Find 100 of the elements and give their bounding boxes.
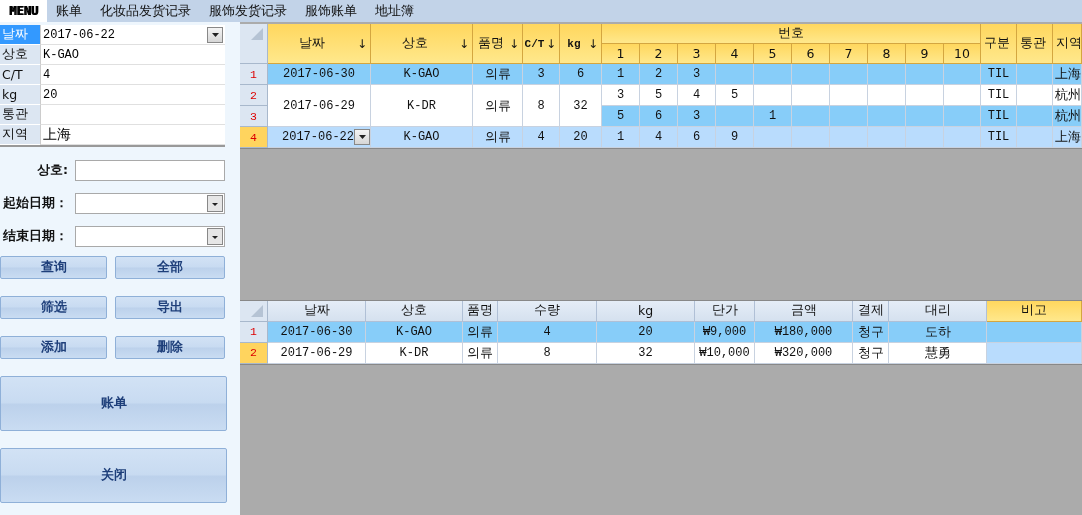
table-cell: K-GAO xyxy=(371,64,473,85)
column-header: 구분 xyxy=(981,24,1017,64)
row-number: 4 xyxy=(240,127,268,148)
property-value[interactable]: 上海 xyxy=(40,125,225,145)
table-cell: 청구 xyxy=(853,342,889,364)
header-label: 상호 xyxy=(400,35,429,52)
column-header[interactable]: C/T↓ xyxy=(523,24,560,64)
table-cell: K-GAO xyxy=(371,127,473,148)
property-label[interactable]: 통관 xyxy=(0,105,40,125)
column-header[interactable]: 상호 ↓ xyxy=(371,24,473,64)
table-cell xyxy=(1017,85,1053,106)
table-cell: 1 xyxy=(602,127,640,148)
action-button[interactable]: 筛选 xyxy=(0,296,107,319)
corner-triangle-icon xyxy=(251,28,263,40)
table-cell: 5 xyxy=(716,85,754,106)
date-dropdown[interactable] xyxy=(75,193,225,214)
table-cell: 3 xyxy=(678,106,716,127)
table-cell: K-DR xyxy=(366,342,463,364)
column-header[interactable]: 날짜 xyxy=(268,300,366,322)
property-label[interactable]: kg xyxy=(0,85,40,105)
action-button[interactable]: 全部 xyxy=(115,256,225,279)
action-button[interactable]: 导出 xyxy=(115,296,225,319)
table-cell xyxy=(868,127,906,148)
column-header: 5 xyxy=(754,44,792,64)
action-button[interactable]: 删除 xyxy=(115,336,225,359)
dropdown-button[interactable] xyxy=(207,26,223,43)
column-header[interactable]: 단가 xyxy=(695,300,755,322)
table-cell: 청구 xyxy=(853,321,889,343)
table-cell: 32 xyxy=(597,342,695,364)
table-cell: 의류 xyxy=(473,85,523,127)
property-value[interactable]: K-GAO xyxy=(40,45,225,65)
table-cell: 4 xyxy=(523,127,560,148)
column-header[interactable]: 대리 xyxy=(889,300,987,322)
column-header: 6 xyxy=(792,44,830,64)
column-header[interactable]: 상호 xyxy=(366,300,463,322)
table-cell xyxy=(944,127,981,148)
field-label: 起始日期： xyxy=(2,195,68,212)
column-header: 8 xyxy=(868,44,906,64)
property-value[interactable]: 4 xyxy=(40,65,225,85)
property-label[interactable]: 상호 xyxy=(0,45,40,65)
action-button[interactable]: 关闭 xyxy=(0,448,227,503)
table-cell xyxy=(906,64,944,85)
table-cell xyxy=(944,85,981,106)
property-label[interactable]: 지역 xyxy=(0,125,40,145)
table-cell: 도하 xyxy=(889,321,987,343)
sort-arrow: ↓ xyxy=(545,36,557,51)
field-label: 结束日期： xyxy=(2,228,68,245)
menu-tab[interactable]: 账单 xyxy=(46,0,91,22)
table-cell: 6 xyxy=(640,106,678,127)
action-button[interactable]: 账单 xyxy=(0,376,227,431)
menu-tab[interactable]: 服饰账单 xyxy=(295,0,366,22)
table-cell xyxy=(868,64,906,85)
action-button[interactable]: 添加 xyxy=(0,336,107,359)
table-cell xyxy=(792,64,830,85)
column-header[interactable]: kg ↓ xyxy=(560,24,602,64)
column-header[interactable]: 품명 xyxy=(463,300,498,322)
header-label: 품명 xyxy=(476,35,505,52)
table-cell xyxy=(754,85,792,106)
property-value[interactable]: 20 xyxy=(40,85,225,105)
column-header[interactable]: kg xyxy=(597,300,695,322)
menu-tab[interactable]: 化妆品发货记录 xyxy=(90,0,200,22)
table-cell: 32 xyxy=(560,85,602,127)
column-header: 3 xyxy=(678,44,716,64)
table-cell: 2 xyxy=(640,64,678,85)
column-header: 7 xyxy=(830,44,868,64)
property-value[interactable]: 2017-06-22 xyxy=(40,25,225,45)
row-number: 1 xyxy=(240,321,268,343)
table-cell: 20 xyxy=(597,321,695,343)
row-number: 2 xyxy=(240,342,268,364)
table-cell: 2017-06-29 xyxy=(268,342,366,364)
table-cell: K-DR xyxy=(371,85,473,127)
column-header[interactable]: 수량 xyxy=(498,300,597,322)
table-cell xyxy=(830,106,868,127)
column-header: 9 xyxy=(906,44,944,64)
table-cell xyxy=(754,127,792,148)
menu-tab[interactable]: 服饰发货记录 xyxy=(199,0,296,22)
date-dropdown[interactable] xyxy=(75,226,225,247)
column-header: 4 xyxy=(716,44,754,64)
cell-text: 2017-06-30 xyxy=(283,67,355,81)
table-cell: TIL xyxy=(981,106,1017,127)
table-cell: 1 xyxy=(602,64,640,85)
table-cell: 의류 xyxy=(463,342,498,364)
table-cell xyxy=(830,64,868,85)
table-cell: 의류 xyxy=(473,64,523,85)
column-header[interactable]: 품명 ↓ xyxy=(473,24,523,64)
column-header[interactable]: 결제 xyxy=(853,300,889,322)
column-header[interactable]: 날짜 ↓ xyxy=(268,24,371,64)
table-cell: ₩180,000 xyxy=(755,321,853,343)
table-cell: 5 xyxy=(640,85,678,106)
menu-tab[interactable]: 地址簿 xyxy=(365,0,423,22)
table-cell: ₩320,000 xyxy=(755,342,853,364)
property-label[interactable]: C/T xyxy=(0,65,40,85)
action-button[interactable]: 查询 xyxy=(0,256,107,279)
table-cell: 4 xyxy=(498,321,597,343)
table-cell xyxy=(868,85,906,106)
input-field[interactable] xyxy=(75,160,225,181)
dropdown-button[interactable] xyxy=(354,129,370,145)
menu-logo-tab[interactable]: MENU xyxy=(0,0,47,22)
column-header[interactable]: 비고 xyxy=(987,300,1082,322)
column-header[interactable]: 금액 xyxy=(755,300,853,322)
